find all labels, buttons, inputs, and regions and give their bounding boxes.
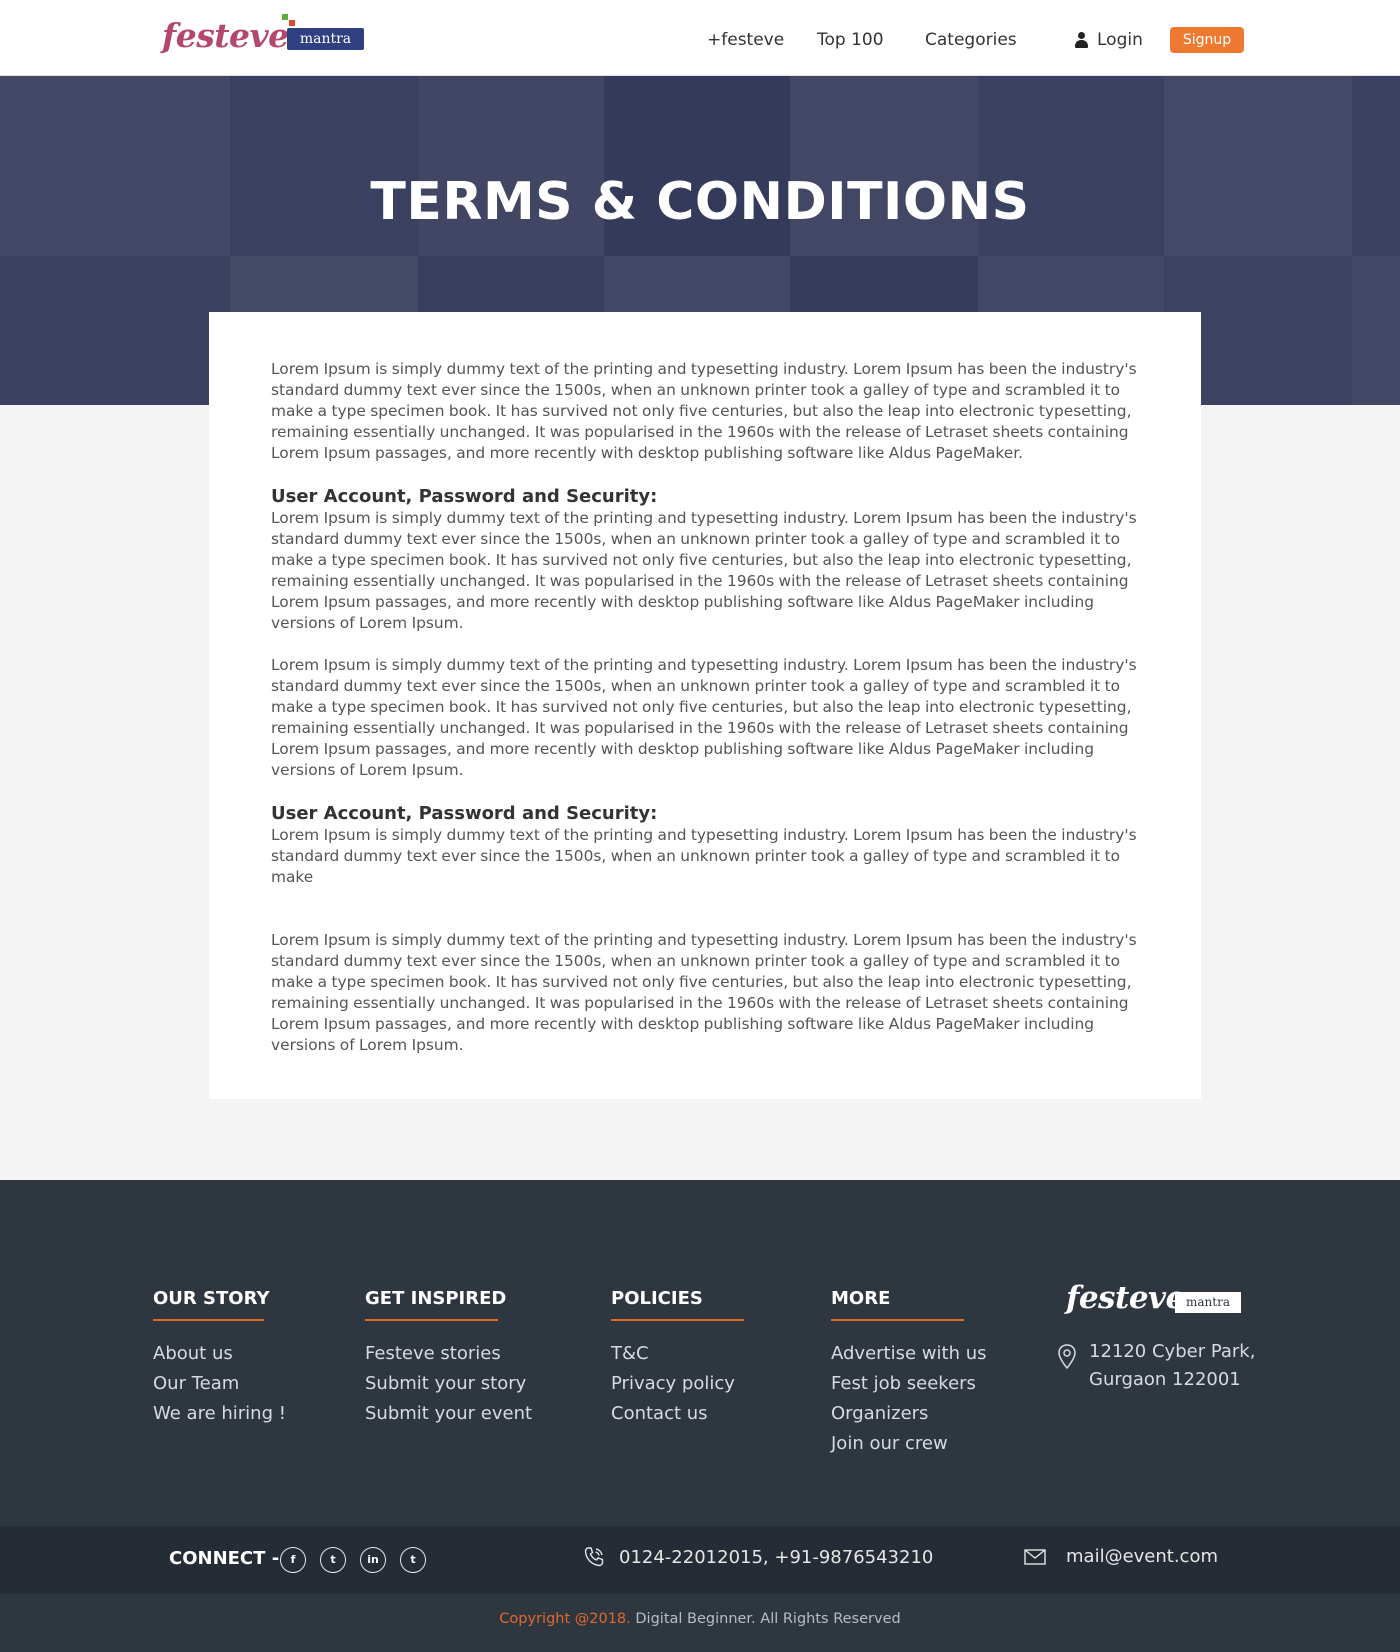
mail-icon xyxy=(1024,1548,1046,1565)
nav-categories[interactable]: Categories xyxy=(925,29,1017,51)
footer-col-title: GET INSPIRED xyxy=(365,1288,507,1309)
site-header: festeve mantra +festeve Top 100 Categori… xyxy=(0,0,1400,76)
footer-link-tnc[interactable]: T&C xyxy=(611,1339,744,1369)
logo-wordmark: festeve xyxy=(162,16,289,55)
footer-phone: 0124-22012015, +91-9876543210 xyxy=(583,1546,933,1568)
signup-button[interactable]: Signup xyxy=(1170,27,1244,53)
phone-numbers[interactable]: 0124-22012015, +91-9876543210 xyxy=(619,1547,933,1568)
footer-col-title: OUR STORY xyxy=(153,1288,270,1309)
facebook-icon[interactable]: f xyxy=(280,1547,306,1573)
section-heading: User Account, Password and Security: xyxy=(271,486,658,507)
address-line-2: Gurgaon 122001 xyxy=(1089,1369,1241,1390)
user-icon xyxy=(1074,31,1089,49)
footer-col-get-inspired: GET INSPIRED Festeve stories Submit your… xyxy=(365,1287,532,1429)
page-title: TERMS & CONDITIONS xyxy=(370,172,1030,232)
terms-paragraph: Lorem Ipsum is simply dummy text of the … xyxy=(271,509,1137,632)
logo-tagline: mantra xyxy=(287,28,364,50)
phone-icon xyxy=(584,1547,604,1567)
footer-link-contact[interactable]: Contact us xyxy=(611,1399,744,1429)
footer-link-our-team[interactable]: Our Team xyxy=(153,1369,286,1399)
footer-link-job-seekers[interactable]: Fest job seekers xyxy=(831,1369,986,1399)
footer-link-hiring[interactable]: We are hiring ! xyxy=(153,1399,286,1429)
terms-paragraph: Lorem Ipsum is simply dummy text of the … xyxy=(271,656,1137,779)
linkedin-icon[interactable]: in xyxy=(360,1547,386,1573)
nav-festeve[interactable]: +festeve xyxy=(707,29,784,51)
location-pin-icon xyxy=(1058,1344,1076,1370)
footer-link-festeve-stories[interactable]: Festeve stories xyxy=(365,1339,532,1369)
connect-bar: CONNECT - f t in t 0124-22012015, +91-98… xyxy=(0,1526,1400,1594)
logo-dots-icon xyxy=(282,14,296,26)
terms-paragraph: Lorem Ipsum is simply dummy text of the … xyxy=(271,826,1137,886)
footer-link-about-us[interactable]: About us xyxy=(153,1339,286,1369)
footer-link-join-crew[interactable]: Join our crew xyxy=(831,1429,986,1459)
terms-paragraph: Lorem Ipsum is simply dummy text of the … xyxy=(271,931,1137,1054)
copyright-text: Digital Beginner. All Rights Reserved xyxy=(630,1611,901,1627)
footer-col-our-story: OUR STORY About us Our Team We are hirin… xyxy=(153,1287,286,1429)
section-heading: User Account, Password and Security: xyxy=(271,803,658,824)
address-line-1: 12120 Cyber Park, xyxy=(1089,1341,1256,1362)
footer-email: mail@event.com xyxy=(1024,1546,1218,1567)
nav-top-100[interactable]: Top 100 xyxy=(817,29,884,51)
footer-logo-tagline: mantra xyxy=(1175,1292,1241,1313)
twitter-icon[interactable]: t xyxy=(400,1547,426,1573)
footer-link-organizers[interactable]: Organizers xyxy=(831,1399,986,1429)
footer-col-more: MORE Advertise with us Fest job seekers … xyxy=(831,1287,986,1459)
footer-address: 12120 Cyber Park, Gurgaon 122001 xyxy=(1057,1338,1255,1394)
copyright-year: Copyright @2018. xyxy=(499,1611,631,1627)
footer-link-submit-story[interactable]: Submit your story xyxy=(365,1369,532,1399)
footer-col-policies: POLICIES T&C Privacy policy Contact us xyxy=(611,1287,744,1429)
footer-link-privacy[interactable]: Privacy policy xyxy=(611,1369,744,1399)
login-label: Login xyxy=(1097,30,1143,50)
site-footer: OUR STORY About us Our Team We are hirin… xyxy=(0,1180,1400,1526)
login-link[interactable]: Login xyxy=(1074,29,1143,51)
site-logo[interactable]: festeve mantra xyxy=(160,12,365,58)
terms-body: Lorem Ipsum is simply dummy text of the … xyxy=(271,359,1141,1056)
footer-col-title: MORE xyxy=(831,1288,891,1309)
terms-content-card: Lorem Ipsum is simply dummy text of the … xyxy=(209,312,1201,1099)
email-address[interactable]: mail@event.com xyxy=(1066,1546,1218,1567)
footer-logo[interactable]: festeve mantra xyxy=(1066,1280,1241,1320)
copyright-bar: Copyright @2018. Digital Beginner. All R… xyxy=(0,1594,1400,1652)
footer-col-title: POLICIES xyxy=(611,1288,703,1309)
footer-link-submit-event[interactable]: Submit your event xyxy=(365,1399,532,1429)
connect-label: CONNECT - xyxy=(169,1548,280,1569)
terms-paragraph: Lorem Ipsum is simply dummy text of the … xyxy=(271,360,1137,462)
footer-link-advertise[interactable]: Advertise with us xyxy=(831,1339,986,1369)
footer-logo-wordmark: festeve xyxy=(1066,1280,1185,1316)
twitter-icon[interactable]: t xyxy=(320,1547,346,1573)
